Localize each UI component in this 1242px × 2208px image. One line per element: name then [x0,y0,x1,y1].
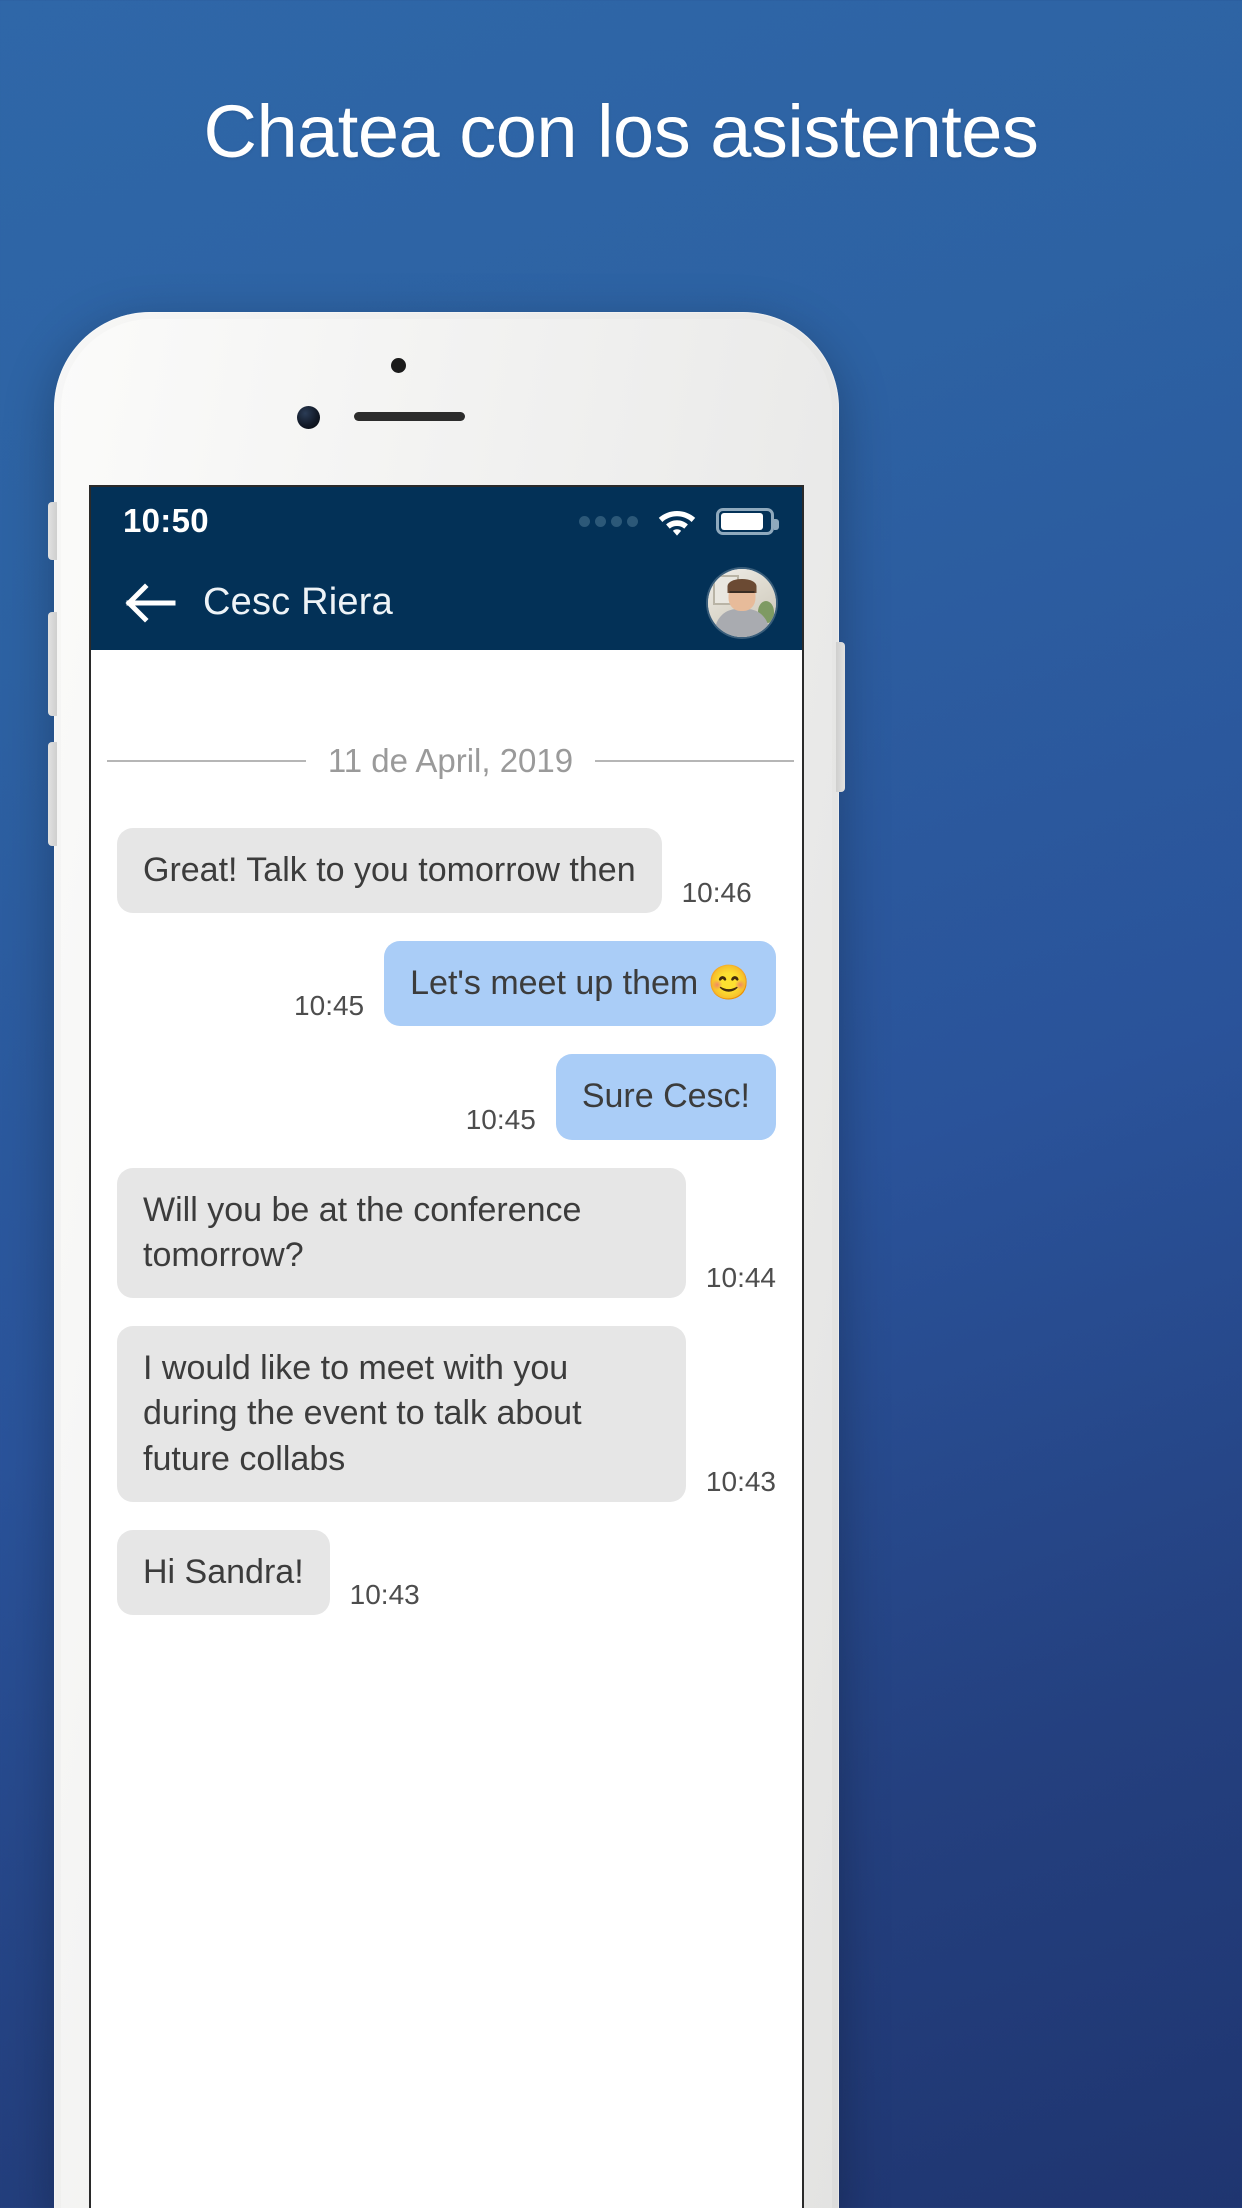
proximity-sensor-icon [391,358,406,373]
message-timestamp: 10:45 [465,1103,536,1135]
message-bubble[interactable]: Let's meet up them 😊 [384,941,776,1027]
message-timestamp: 10:46 [681,877,752,909]
message-timestamp: 10:45 [294,990,365,1022]
avatar[interactable] [708,568,776,637]
message-bubble[interactable]: I would like to meet with you during the… [117,1326,686,1502]
message-row[interactable]: Great! Talk to you tomorrow then 10:46 [117,828,776,914]
status-time: 10:50 [123,502,209,539]
silent-switch[interactable] [48,502,57,560]
volume-down-button[interactable] [48,742,57,846]
wifi-icon [658,511,696,536]
phone-screen: 10:50 Cesc Riera 11 de April, 2019 Great… [91,487,802,2208]
message-row[interactable]: I would like to meet with you during the… [117,1326,776,1502]
message-row[interactable]: 10:45 Let's meet up them 😊 [117,941,776,1027]
date-separator: 11 de April, 2019 [91,650,802,780]
message-row[interactable]: Hi Sandra! 10:43 [117,1529,776,1615]
message-timestamp: 10:43 [705,1465,776,1497]
divider-line-right [595,760,794,762]
message-timestamp: 10:44 [705,1262,776,1294]
phone-mockup: 10:50 Cesc Riera 11 de April, 2019 Great… [48,312,845,2208]
volume-up-button[interactable] [48,612,57,716]
battery-icon [716,507,779,535]
back-arrow-icon[interactable] [125,582,177,623]
chat-nav-bar: Cesc Riera [91,555,802,650]
earpiece-speaker [354,412,465,421]
front-camera-icon [297,406,320,429]
message-bubble[interactable]: Sure Cesc! [555,1054,776,1140]
status-bar: 10:50 [91,487,802,555]
status-icons [579,505,779,537]
message-timestamp: 10:43 [349,1578,420,1610]
message-row[interactable]: 10:45 Sure Cesc! [117,1054,776,1140]
message-bubble[interactable]: Hi Sandra! [117,1529,330,1615]
page-title: Chatea con los asistentes [203,90,1039,173]
message-row[interactable]: Will you be at the conference tomorrow? 1… [117,1167,776,1299]
power-button[interactable] [836,642,845,792]
chat-contact-name: Cesc Riera [203,581,393,623]
chat-thread[interactable]: 11 de April, 2019 Great! Talk to you tom… [91,650,802,2208]
message-bubble[interactable]: Great! Talk to you tomorrow then [117,828,662,914]
signal-dots-icon [579,515,638,527]
divider-line-left [107,760,306,762]
date-separator-label: 11 de April, 2019 [327,742,574,779]
message-bubble[interactable]: Will you be at the conference tomorrow? [117,1167,686,1299]
message-list: Great! Talk to you tomorrow then 10:46 10:… [91,780,802,1615]
